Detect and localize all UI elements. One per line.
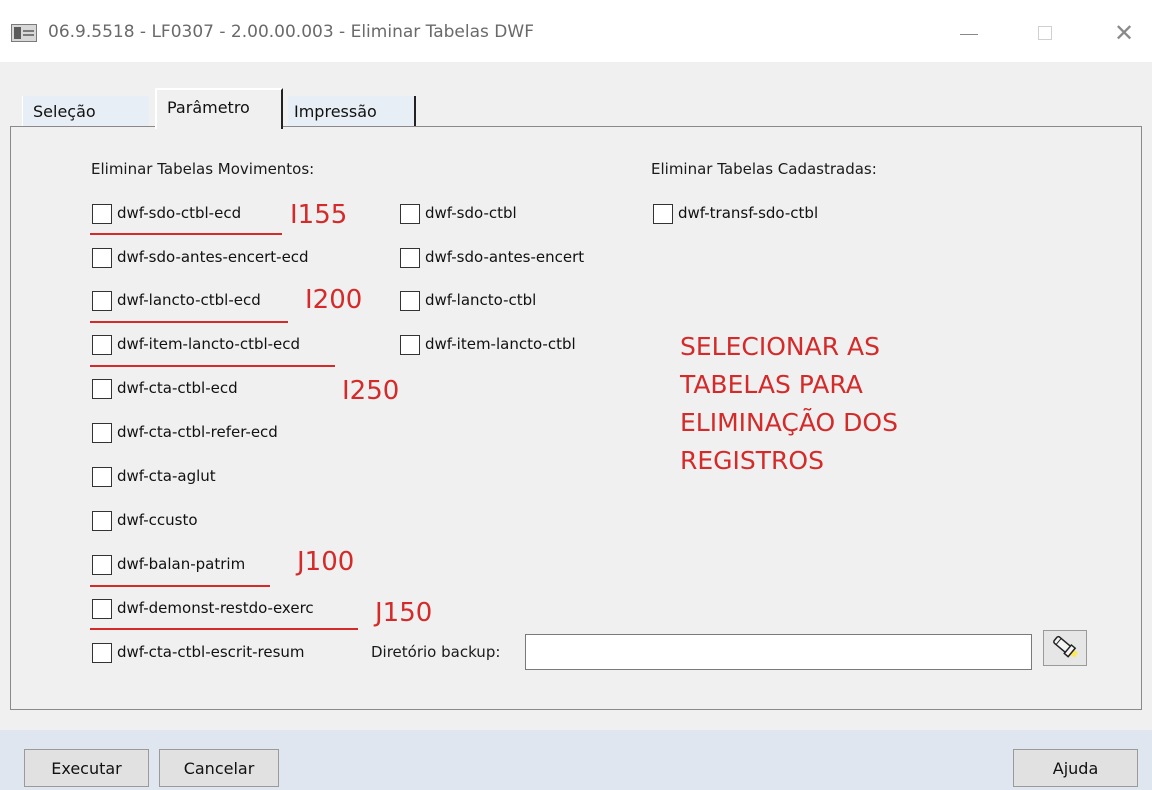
checkbox-label[interactable]: dwf-transf-sdo-ctbl (678, 204, 818, 222)
backup-directory-input[interactable] (525, 634, 1032, 670)
cadastradas-heading: Eliminar Tabelas Cadastradas: (651, 160, 877, 178)
cancelar-button[interactable]: Cancelar (159, 749, 279, 787)
annotation-underline (90, 321, 288, 323)
close-button[interactable]: ✕ (1102, 14, 1146, 52)
checkbox-label[interactable]: dwf-item-lancto-ctbl (425, 335, 576, 353)
tab-impressao[interactable]: Impressão (288, 96, 416, 126)
checkbox-dwf-cta-ctbl-refer-ecd[interactable] (92, 423, 112, 443)
minimize-button[interactable] (948, 14, 992, 52)
annotation-instruction: SELECIONAR AS TABELAS PARA ELIMINAÇÃO DO… (680, 332, 898, 475)
annotation-underline (90, 585, 270, 587)
checkbox-dwf-sdo-ctbl-ecd[interactable] (92, 204, 112, 224)
ajuda-button[interactable]: Ajuda (1013, 749, 1138, 787)
annotation-i155: I155 (290, 200, 348, 230)
annotation-j150: J150 (375, 598, 433, 628)
tab-parametro[interactable]: Parâmetro (155, 88, 283, 129)
checkbox-dwf-transf-sdo-ctbl[interactable] (653, 204, 673, 224)
checkbox-label[interactable]: dwf-cta-ctbl-refer-ecd (117, 423, 278, 441)
checkbox-label[interactable]: dwf-lancto-ctbl-ecd (117, 291, 261, 309)
checkbox-dwf-sdo-antes-encert[interactable] (400, 248, 420, 268)
tab-selecao[interactable]: Seleção (22, 96, 149, 126)
annotation-j100: J100 (297, 547, 355, 577)
checkbox-label[interactable]: dwf-lancto-ctbl (425, 291, 536, 309)
app-icon (11, 24, 37, 42)
checkbox-label[interactable]: dwf-ccusto (117, 511, 198, 529)
checkbox-label[interactable]: dwf-sdo-antes-encert (425, 248, 584, 266)
checkbox-dwf-cta-ctbl-ecd[interactable] (92, 379, 112, 399)
movimentos-heading: Eliminar Tabelas Movimentos: (91, 160, 315, 178)
checkbox-dwf-demonst-restdo-exerc[interactable] (92, 599, 112, 619)
annotation-underline (90, 365, 335, 367)
annotation-i200: I200 (305, 285, 363, 315)
checkbox-dwf-ccusto[interactable] (92, 511, 112, 531)
browse-button[interactable] (1043, 630, 1087, 666)
checkbox-dwf-lancto-ctbl[interactable] (400, 291, 420, 311)
checkbox-dwf-cta-ctbl-escrit-resum[interactable] (92, 643, 112, 663)
window-title: 06.9.5518 - LF0307 - 2.00.00.003 - Elimi… (48, 22, 534, 42)
checkbox-label[interactable]: dwf-item-lancto-ctbl-ecd (117, 335, 300, 353)
checkbox-dwf-cta-aglut[interactable] (92, 467, 112, 487)
checkbox-label[interactable]: dwf-demonst-restdo-exerc (117, 599, 314, 617)
checkbox-label[interactable]: dwf-cta-aglut (117, 467, 216, 485)
flashlight-icon (1053, 635, 1078, 658)
checkbox-dwf-sdo-antes-encert-ecd[interactable] (92, 248, 112, 268)
annotation-underline (90, 628, 358, 630)
checkbox-label[interactable]: dwf-cta-ctbl-ecd (117, 379, 238, 397)
checkbox-label[interactable]: dwf-balan-patrim (117, 555, 245, 573)
executar-button[interactable]: Executar (24, 749, 149, 787)
checkbox-dwf-sdo-ctbl[interactable] (400, 204, 420, 224)
checkbox-dwf-item-lancto-ctbl[interactable] (400, 335, 420, 355)
annotation-underline (90, 233, 282, 235)
annotation-i250: I250 (342, 376, 400, 406)
checkbox-label[interactable]: dwf-cta-ctbl-escrit-resum (117, 643, 305, 661)
backup-label: Diretório backup: (371, 643, 501, 661)
checkbox-label[interactable]: dwf-sdo-ctbl (425, 204, 517, 222)
checkbox-dwf-item-lancto-ctbl-ecd[interactable] (92, 335, 112, 355)
title-bar: 06.9.5518 - LF0307 - 2.00.00.003 - Elimi… (0, 0, 1152, 62)
checkbox-label[interactable]: dwf-sdo-antes-encert-ecd (117, 248, 309, 266)
checkbox-label[interactable]: dwf-sdo-ctbl-ecd (117, 204, 241, 222)
checkbox-dwf-balan-patrim[interactable] (92, 555, 112, 575)
maximize-button[interactable] (1024, 14, 1068, 52)
checkbox-dwf-lancto-ctbl-ecd[interactable] (92, 291, 112, 311)
